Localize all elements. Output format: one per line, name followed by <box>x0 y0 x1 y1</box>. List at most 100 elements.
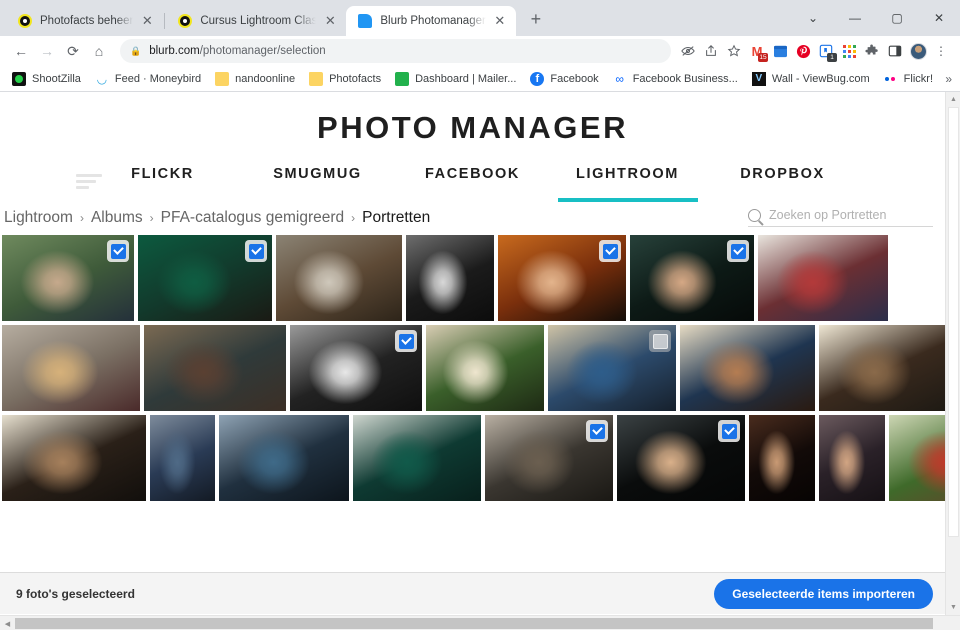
tab-facebook[interactable]: FACEBOOK <box>395 160 550 182</box>
tab-flickr[interactable]: FLICKR <box>85 160 240 182</box>
photo-thumbnail[interactable] <box>485 415 613 501</box>
tab-lightroom[interactable]: LIGHTROOM <box>550 160 705 202</box>
search-placeholder: Zoeken op Portretten <box>769 208 887 222</box>
bookmark-label: Facebook <box>550 72 599 85</box>
photo-checkbox[interactable] <box>649 330 671 352</box>
active-tab-underline <box>557 198 698 202</box>
photo-thumbnail[interactable] <box>219 415 349 501</box>
vertical-scroll-thumb[interactable] <box>948 107 959 537</box>
photo-thumbnail[interactable] <box>819 325 945 411</box>
photo-checkbox-checked[interactable] <box>599 240 621 262</box>
tab-close-icon[interactable]: ✕ <box>139 13 155 29</box>
side-panel-icon[interactable] <box>884 40 906 62</box>
scroll-up-arrow-icon[interactable]: ▲ <box>946 92 960 107</box>
breadcrumb-item-lightroom[interactable]: Lightroom <box>4 209 73 227</box>
photo-thumbnail[interactable] <box>617 415 745 501</box>
vertical-scrollbar[interactable]: ▲ ▼ <box>945 92 960 615</box>
tab-label: LIGHTROOM <box>575 166 679 182</box>
chrome-menu-icon[interactable]: ⋮ <box>930 40 952 62</box>
photo-checkbox-checked[interactable] <box>107 240 129 262</box>
photo-thumbnail[interactable] <box>144 325 286 411</box>
lock-icon: 🔒 <box>130 45 142 56</box>
photo-row <box>2 415 945 501</box>
bookmark-facebook[interactable]: f Facebook <box>524 70 604 88</box>
photo-thumbnail[interactable] <box>290 325 422 411</box>
blurb-flag-icon <box>358 14 373 28</box>
pinterest-extension-icon[interactable] <box>792 40 814 62</box>
bookmark-flickr[interactable]: Flickr! <box>878 70 939 88</box>
photo-thumbnail[interactable] <box>2 235 134 321</box>
bookmark-mailerlite[interactable]: Dashboard | Mailer... <box>389 70 522 88</box>
share-icon[interactable] <box>700 40 722 62</box>
bookmark-viewbug[interactable]: V Wall - ViewBug.com <box>746 70 876 88</box>
photo-thumbnail[interactable] <box>138 235 272 321</box>
search-input[interactable]: Zoeken op Portretten <box>748 208 933 227</box>
bookmark-shootzilla[interactable]: ShootZilla <box>6 70 87 88</box>
photo-checkbox-checked[interactable] <box>245 240 267 262</box>
bookmarks-overflow-icon[interactable]: » <box>945 72 952 86</box>
photo-thumbnail[interactable] <box>426 325 544 411</box>
photo-thumbnail[interactable] <box>2 415 146 501</box>
photo-thumbnail[interactable] <box>2 325 140 411</box>
breadcrumb-item-current: Portretten <box>362 208 431 226</box>
horizontal-scrollbar[interactable]: ◀ <box>0 615 960 630</box>
pocket-extension-icon[interactable]: 1 <box>815 40 837 62</box>
photo-image <box>758 235 888 321</box>
scroll-left-arrow-icon[interactable]: ◀ <box>0 616 15 630</box>
photo-thumbnail[interactable] <box>406 235 494 321</box>
scroll-down-arrow-icon[interactable]: ▼ <box>946 600 960 615</box>
moneybird-icon: ◡ <box>96 71 108 86</box>
eye-off-icon[interactable] <box>677 40 699 62</box>
photo-thumbnail[interactable] <box>758 235 888 321</box>
photo-thumbnail[interactable] <box>749 415 815 501</box>
photo-thumbnail[interactable] <box>548 325 676 411</box>
tab-dropbox[interactable]: DROPBOX <box>705 160 860 182</box>
reload-icon[interactable]: ⟳ <box>60 38 86 64</box>
photo-checkbox-checked[interactable] <box>727 240 749 262</box>
photo-thumbnail[interactable] <box>889 415 945 501</box>
extensions-puzzle-icon[interactable] <box>861 40 883 62</box>
browser-tab-3[interactable]: Blurb Photomanager ✕ <box>346 6 516 36</box>
horizontal-scroll-thumb[interactable] <box>15 618 933 629</box>
bookmark-nandoonline[interactable]: nandoonline <box>209 70 301 88</box>
forward-icon[interactable]: → <box>34 38 60 64</box>
close-window-button[interactable]: ✕ <box>918 2 960 34</box>
photo-image <box>889 415 945 501</box>
tab-close-icon[interactable]: ✕ <box>492 13 508 29</box>
photo-checkbox-checked[interactable] <box>395 330 417 352</box>
bookmark-moneybird[interactable]: ◡ Feed · Moneybird <box>89 70 207 88</box>
bookmark-photofacts[interactable]: Photofacts <box>303 70 387 88</box>
new-tab-button[interactable]: + <box>522 6 550 34</box>
import-selected-button[interactable]: Geselecteerde items importeren <box>714 578 933 609</box>
gmail-extension-icon[interactable]: M 15 <box>746 40 768 62</box>
photo-image <box>219 415 349 501</box>
blue-window-extension-icon[interactable] <box>769 40 791 62</box>
bookmark-star-icon[interactable] <box>723 40 745 62</box>
tab-smugmug[interactable]: SMUGMUG <box>240 160 395 182</box>
photo-checkbox-checked[interactable] <box>586 420 608 442</box>
photo-image <box>150 415 215 501</box>
bookmark-facebook-business[interactable]: ∞ Facebook Business... <box>607 70 744 88</box>
breadcrumb-item-albums[interactable]: Albums <box>91 209 143 227</box>
home-icon[interactable]: ⌂ <box>86 38 112 64</box>
back-icon[interactable]: ← <box>8 38 34 64</box>
photo-checkbox-checked[interactable] <box>718 420 740 442</box>
browser-tab-2[interactable]: Cursus Lightroom Classic Module ✕ <box>166 6 346 36</box>
browser-tab-1[interactable]: Photofacts beheer ✕ <box>6 6 163 36</box>
photo-thumbnail[interactable] <box>680 325 815 411</box>
photo-thumbnail[interactable] <box>819 415 885 501</box>
photo-thumbnail[interactable] <box>150 415 215 501</box>
photo-thumbnail[interactable] <box>630 235 754 321</box>
tab-title: Cursus Lightroom Classic Module <box>200 15 317 27</box>
breadcrumb-item-catalog[interactable]: PFA-catalogus gemigreerd <box>161 209 345 227</box>
photo-thumbnail[interactable] <box>498 235 626 321</box>
minimize-button[interactable]: — <box>834 2 876 34</box>
photo-thumbnail[interactable] <box>276 235 402 321</box>
profile-avatar-icon[interactable] <box>907 40 929 62</box>
tab-search-chevron-icon[interactable]: ⌄ <box>792 2 834 34</box>
tab-close-icon[interactable]: ✕ <box>322 13 338 29</box>
maximize-button[interactable]: ▢ <box>876 2 918 34</box>
address-bar[interactable]: 🔒 blurb.com/photomanager/selection <box>120 39 671 63</box>
photo-thumbnail[interactable] <box>353 415 481 501</box>
apps-grid-icon[interactable] <box>838 40 860 62</box>
